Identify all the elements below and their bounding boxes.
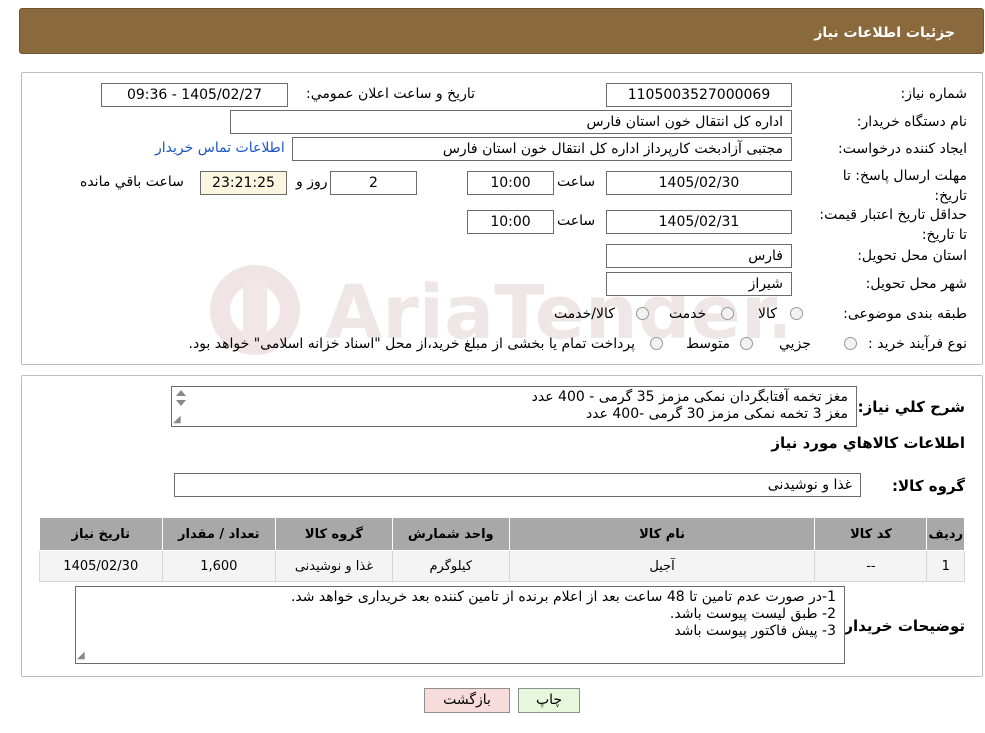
col-need-date: تاريخ نياز xyxy=(39,517,163,551)
contact-buyer-link[interactable]: اطلاعات تماس خريدار xyxy=(155,140,285,156)
need-number-field[interactable]: 1105003527000069 xyxy=(606,83,792,107)
summary-textarea[interactable]: مغز تخمه آفتابگردان نمکی مزمز 35 گرمی - … xyxy=(171,386,857,427)
province-label: استان محل تحويل: xyxy=(857,248,967,264)
process-radio-medium[interactable] xyxy=(740,337,753,350)
resize-grip-icon[interactable]: ◢ xyxy=(173,414,181,425)
remaining-label: ساعت باقي مانده xyxy=(80,174,184,190)
page-header: جزئیات اطلاعات نیاز xyxy=(19,8,984,54)
requester-field[interactable]: مجتبی آزادبخت کارپرداز اداره کل انتقال خ… xyxy=(292,137,792,161)
notes-line-2: 2- طبق لیست پیوست باشد. xyxy=(669,606,836,622)
category-option-goods: کالا xyxy=(758,306,777,322)
print-button[interactable]: چاپ xyxy=(518,688,580,713)
cell-quantity: 1,600 xyxy=(161,550,277,582)
back-button[interactable]: بازگشت xyxy=(424,688,510,713)
deadline-time-label: ساعت xyxy=(557,174,596,190)
col-quantity: تعداد / مقدار xyxy=(161,517,277,551)
province-field[interactable]: فارس xyxy=(606,244,792,268)
requester-label: ايجاد کننده درخواست: xyxy=(838,141,967,157)
process-label: نوع فرآيند خريد : xyxy=(868,336,967,352)
items-table: رديف کد کالا نام کالا واحد شمارش گروه کا… xyxy=(39,517,965,582)
goods-group-field[interactable]: غذا و نوشيدنی xyxy=(174,473,861,497)
deadline-time-field[interactable]: 10:00 xyxy=(467,171,554,195)
summary-line-2: مغز 3 تخمه نمکی مزمز 30 گرمی -400 عدد xyxy=(586,406,848,422)
category-label: طبقه بندی موضوعی: xyxy=(843,306,967,322)
cell-unit: کيلوگرم xyxy=(391,550,510,582)
city-label: شهر محل تحويل: xyxy=(865,276,967,292)
col-code: کد کالا xyxy=(814,517,928,551)
process-radio-minor[interactable] xyxy=(844,337,857,350)
need-number-label: شماره نیاز: xyxy=(900,86,968,102)
goods-group-label: گروه کالا: xyxy=(892,477,965,495)
category-radio-goods[interactable] xyxy=(790,307,803,320)
table-row[interactable]: 1 -- آجیل کيلوگرم غذا و نوشيدنی 1,600 14… xyxy=(39,550,965,582)
buyer-org-field[interactable]: اداره کل انتقال خون استان فارس xyxy=(230,110,792,134)
buyer-notes-textarea[interactable]: 1-در صورت عدم تامین تا 48 ساعت بعد از اع… xyxy=(75,586,845,664)
category-option-goods-service: کالا/خدمت xyxy=(554,306,615,322)
days-label: روز و xyxy=(296,174,328,190)
notes-line-1: 1-در صورت عدم تامین تا 48 ساعت بعد از اع… xyxy=(290,589,836,605)
validity-label: حداقل تاريخ اعتبار قيمت: تا تاريخ: xyxy=(819,207,967,243)
cell-name: آجیل xyxy=(508,550,816,582)
summary-label: شرح کلي نياز: xyxy=(857,398,965,416)
announce-datetime-field[interactable]: 1405/02/27 - 09:36 xyxy=(101,83,288,107)
cell-row: 1 xyxy=(926,550,965,582)
scroll-up-icon[interactable] xyxy=(176,390,186,396)
summary-line-1: مغز تخمه آفتابگردان نمکی مزمز 35 گرمی - … xyxy=(531,389,848,405)
scroll-down-icon[interactable] xyxy=(176,400,186,406)
process-option-medium: متوسط xyxy=(686,336,730,352)
col-name: نام کالا xyxy=(508,517,816,551)
days-field[interactable]: 2 xyxy=(330,171,417,195)
col-unit: واحد شمارش xyxy=(391,517,510,551)
buyer-notes-label: توضيحات خريدار: xyxy=(838,617,965,635)
table-header-row: رديف کد کالا نام کالا واحد شمارش گروه کا… xyxy=(39,517,965,551)
validity-time-label: ساعت xyxy=(557,213,596,229)
process-note: پرداخت تمام يا بخشی از مبلغ خريد،از محل … xyxy=(188,336,635,352)
category-option-service: خدمت xyxy=(669,306,707,322)
cell-code: -- xyxy=(814,550,928,582)
deadline-label: مهلت ارسال پاسخ: تا تاريخ: xyxy=(842,168,967,204)
treasury-checkbox[interactable] xyxy=(650,337,663,350)
notes-line-3: 3- پیش فاکتور پیوست باشد xyxy=(674,623,836,639)
cell-need-date: 1405/02/30 xyxy=(39,550,163,582)
notes-resize-grip-icon[interactable]: ◢ xyxy=(77,650,85,661)
validity-date-field[interactable]: 1405/02/31 xyxy=(606,210,792,234)
cell-group: غذا و نوشيدنی xyxy=(275,550,393,582)
process-option-minor: جزيي xyxy=(779,336,811,352)
remaining-time-field: 23:21:25 xyxy=(200,171,287,195)
col-row: رديف xyxy=(926,517,965,551)
goods-info-title: اطلاعات کالاهاي مورد نياز xyxy=(771,434,965,452)
page-title: جزئیات اطلاعات نیاز xyxy=(814,25,955,41)
city-field[interactable]: شيراز xyxy=(606,272,792,296)
category-radio-goods-service[interactable] xyxy=(636,307,649,320)
deadline-date-field[interactable]: 1405/02/30 xyxy=(606,171,792,195)
validity-time-field[interactable]: 10:00 xyxy=(467,210,554,234)
summary-scrollbar[interactable] xyxy=(175,388,187,412)
buyer-org-label: نام دستگاه خريدار: xyxy=(856,114,967,130)
col-group: گروه کالا xyxy=(275,517,393,551)
announce-label: تاريخ و ساعت اعلان عمومي: xyxy=(306,86,475,102)
category-radio-service[interactable] xyxy=(721,307,734,320)
